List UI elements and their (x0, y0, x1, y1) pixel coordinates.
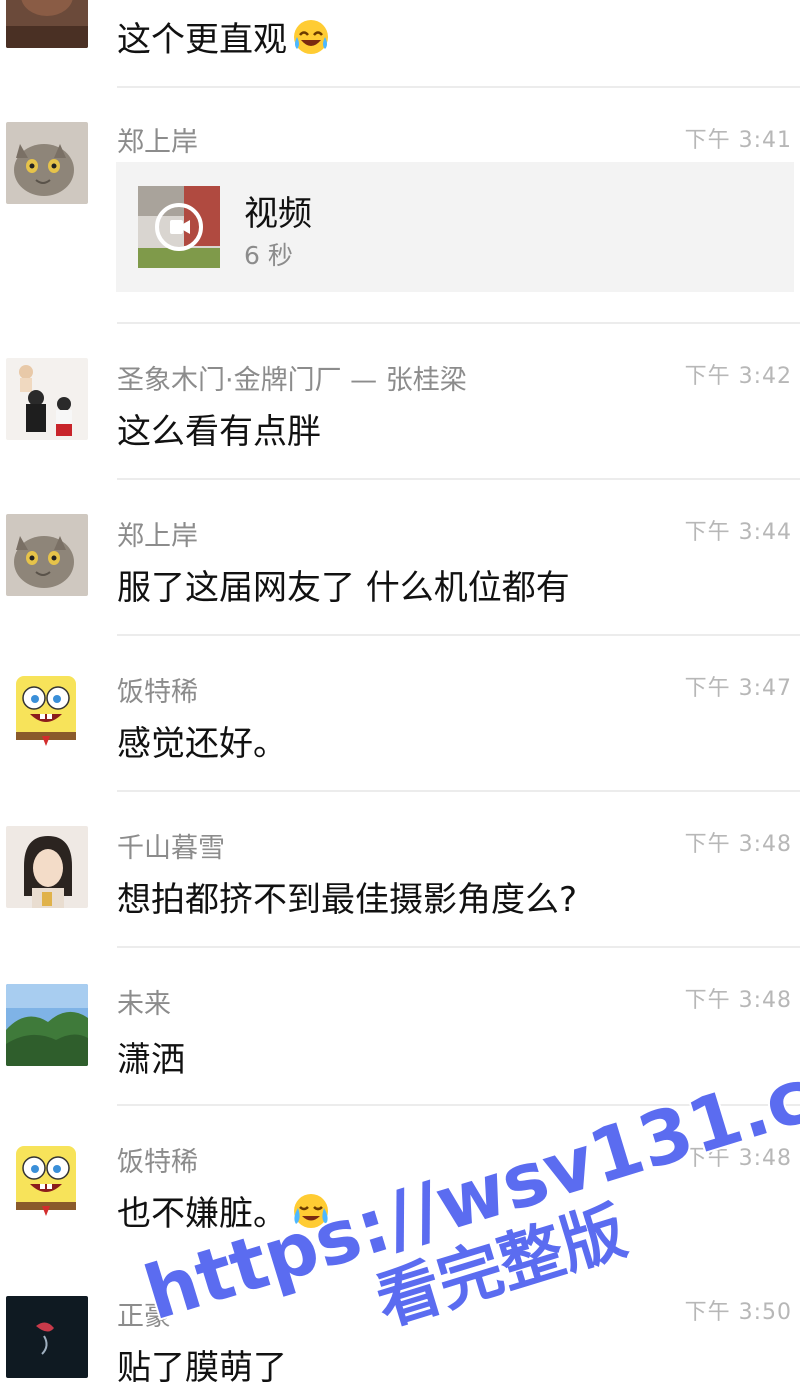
avatar[interactable] (6, 122, 88, 204)
sender-name: 郑上岸 (117, 521, 198, 552)
list-item[interactable]: 正豪 下午 3:50 贴了膜萌了 (0, 1260, 800, 1388)
video-title: 视频 (244, 194, 312, 234)
video-duration: 6 秒 (244, 241, 293, 270)
sender-name: 未来 (117, 989, 171, 1020)
sender-name: 圣象木门·金牌门厂 — 张桂梁 (117, 365, 467, 396)
sender-name: 郑上岸 (117, 127, 198, 158)
message-text: 感觉还好。 (117, 724, 287, 764)
message-text: 贴了膜萌了 (117, 1348, 287, 1388)
message-time: 下午 3:48 (684, 1146, 792, 1171)
message-time: 下午 3:48 (684, 988, 792, 1013)
video-message-card[interactable]: 视频 6 秒 (116, 162, 794, 292)
list-item[interactable]: 郑上岸 下午 3:41 视频 6 秒 (0, 88, 800, 324)
message-text: 服了这届网友了 什么机位都有 (117, 568, 570, 608)
avatar[interactable] (6, 0, 88, 48)
avatar[interactable] (6, 514, 88, 596)
message-time: 下午 3:44 (684, 520, 792, 545)
list-item[interactable]: 饭特稀 下午 3:47 感觉还好。 (0, 636, 800, 792)
avatar[interactable] (6, 358, 88, 440)
message-text: 想拍都挤不到最佳摄影角度么? (117, 880, 578, 920)
video-thumbnail[interactable] (138, 186, 220, 268)
sender-name: 饭特稀 (117, 677, 198, 708)
avatar[interactable] (6, 984, 88, 1066)
avatar[interactable] (6, 1140, 88, 1222)
list-item[interactable]: 未来 下午 3:48 潇洒 (0, 948, 800, 1106)
list-item[interactable]: 圣象木门·金牌门厂 — 张桂梁 下午 3:42 这么看有点胖 (0, 324, 800, 480)
list-item[interactable]: 这个更直观 (0, 0, 800, 88)
list-item[interactable]: 郑上岸 下午 3:44 服了这届网友了 什么机位都有 (0, 480, 800, 636)
list-item[interactable]: 千山暮雪 下午 3:48 想拍都挤不到最佳摄影角度么? (0, 792, 800, 948)
message-time: 下午 3:50 (684, 1300, 792, 1325)
tears-of-joy-emoji (291, 17, 331, 57)
crying-laughing-emoji (291, 1191, 331, 1231)
sender-name: 千山暮雪 (117, 833, 225, 864)
message-text: 潇洒 (117, 1040, 185, 1080)
message-text: 这个更直观 (117, 12, 331, 61)
avatar[interactable] (6, 1296, 88, 1378)
sender-name: 正豪 (117, 1301, 171, 1332)
message-time: 下午 3:41 (684, 128, 792, 153)
list-item[interactable]: 饭特稀 下午 3:48 也不嫌脏。 (0, 1106, 800, 1286)
message-text: 也不嫌脏。 (117, 1186, 331, 1235)
message-time: 下午 3:47 (684, 676, 792, 701)
message-time: 下午 3:48 (684, 832, 792, 857)
avatar[interactable] (6, 826, 88, 908)
message-time: 下午 3:42 (684, 364, 792, 389)
message-text: 这么看有点胖 (117, 412, 321, 452)
sender-name: 饭特稀 (117, 1147, 198, 1178)
avatar[interactable] (6, 670, 88, 752)
